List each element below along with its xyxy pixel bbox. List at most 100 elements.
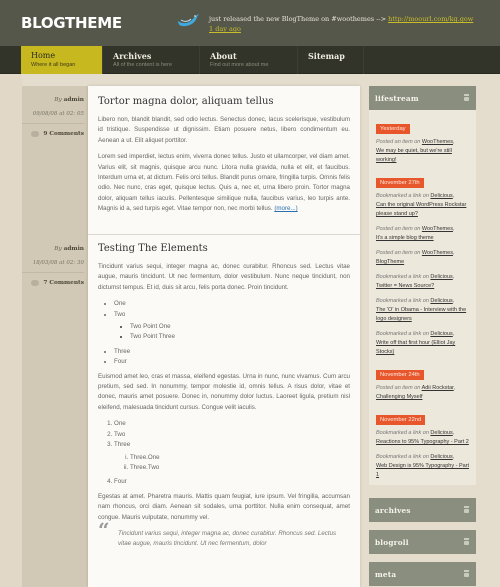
lifestream-item: Posted an item on WooThemes, BlogTheme [376, 250, 455, 265]
tweet-link[interactable]: http://moourl.com/kg.gow [388, 15, 473, 23]
lifestream-item-link[interactable]: Can the original WordPress Rockstar plea… [376, 202, 466, 217]
comments-link[interactable]: 9 Comments [22, 130, 84, 139]
list-item: Two Point One [130, 322, 350, 332]
lifestream-action: Bookmarked a link on [376, 193, 429, 199]
nav-about-subtitle: Find out more about me [210, 62, 269, 68]
lifestream-widget: Yesterday Posted an item on WooThemes, We … [369, 110, 476, 485]
comment-bubble-icon [31, 279, 40, 286]
blog-post: Testing The Elements Tincidunt varius se… [98, 242, 350, 549]
toggle-icon[interactable] [464, 506, 469, 513]
post-title[interactable]: Testing The Elements [98, 242, 350, 255]
post-title[interactable]: Tortor magna dolor, aliquam tellus [98, 95, 350, 108]
tweet-time-link[interactable]: 1 day ago [209, 25, 241, 33]
widget-title-lifestream[interactable]: lifestream [369, 86, 476, 110]
lifestream-item-link[interactable]: Reactions to 95% Typography - Part 2 [376, 439, 469, 445]
lifestream-action: Bookmarked a link on [376, 298, 429, 304]
lifestream-date-badge: November 27th [376, 178, 424, 188]
tweet-text: just released the new BlogTheme on #woot… [209, 15, 389, 23]
widget-title-meta[interactable]: meta [369, 562, 476, 586]
quote-mark-icon: “ [98, 517, 110, 542]
main-navigation: Home Where it all began Archives All of … [0, 46, 500, 74]
list-item: Two Two Point One Two Point Three [114, 310, 350, 343]
toggle-icon[interactable] [464, 538, 469, 545]
lifestream-date-badge: November 22nd [376, 415, 426, 425]
site-logo[interactable]: BLOGTHEME [21, 14, 122, 32]
read-more-link[interactable]: (more...) [274, 205, 297, 212]
page-edge [0, 74, 22, 587]
lifestream-item-link[interactable]: Challenging Myself [376, 394, 422, 400]
lifestream-item-link[interactable]: It's a simple blog theme [376, 235, 434, 241]
lifestream-action: Posted an item on [376, 226, 421, 232]
lifestream-item: Bookmarked a link on Delicious, Can the o… [376, 193, 467, 217]
lifestream-action: Bookmarked a link on [376, 430, 429, 436]
lifestream-source-link[interactable]: WooThemes [422, 139, 453, 145]
lifestream-action: Posted an item on [376, 139, 421, 145]
post-paragraph: Libero non, blandit blandit, sed odio le… [98, 116, 350, 144]
lifestream-source-link[interactable]: WooThemes [422, 226, 453, 232]
nav-sitemap[interactable]: Sitemap [298, 46, 364, 74]
lifestream-source-link[interactable]: WooThemes [422, 250, 453, 256]
list-item: One [114, 299, 350, 309]
lifestream-source-link[interactable]: Delicious [430, 298, 452, 304]
post-divider [88, 234, 360, 235]
nested-list: Three.One Three.Two [130, 453, 350, 474]
post-author[interactable]: admin [64, 246, 84, 252]
list-item: Three [114, 347, 350, 357]
lifestream-source-link[interactable]: Delicious [430, 430, 452, 436]
nav-sitemap-label: Sitemap [308, 51, 345, 61]
lifestream-item: Bookmarked a link on Delicious, Reactions… [376, 430, 469, 445]
lifestream-date-badge: November 24th [376, 370, 424, 380]
nav-about-label: About [210, 51, 237, 61]
lifestream-action: Bookmarked a link on [376, 274, 429, 280]
comments-link[interactable]: 7 Comments [22, 279, 84, 288]
by-label: By [54, 246, 62, 252]
twitter-bird-icon [178, 14, 199, 27]
by-label: By [54, 97, 62, 103]
nav-archives-subtitle: All of the content is here [113, 62, 173, 68]
post-meta: By admin 18/03/08 at 02: 30 7 Comments [22, 235, 88, 288]
post-date: 09/08/08 at 02: 05 [22, 110, 84, 124]
widget-title-archives[interactable]: archives [369, 498, 476, 522]
lifestream-item-link[interactable]: The 'O' in Obama - Interview with the lo… [376, 307, 466, 322]
list-item: Two Point Three [130, 332, 350, 342]
lifestream-item-link[interactable]: We may be quiet, but we're still working… [376, 148, 452, 163]
lifestream-item-link[interactable]: Web Design is 95% Typography - Part 1 [376, 463, 469, 478]
lifestream-source-link[interactable]: Delicious [430, 274, 452, 280]
site-header: BLOGTHEME just released the new BlogThem… [0, 0, 500, 46]
post-paragraph: Euismod amet leo, cras et massa, eleifen… [98, 372, 350, 411]
lifestream-source-link[interactable]: Delicious [430, 454, 452, 460]
lifestream-item-link[interactable]: Twitter = News Source? [376, 283, 434, 289]
sidebar: lifestream Yesterday Posted an item on Wo… [369, 86, 476, 586]
nav-home-label: Home [31, 51, 56, 60]
post-date: 18/03/08 at 02: 30 [22, 259, 84, 273]
toggle-icon[interactable] [464, 570, 469, 577]
post-meta: By admin 09/08/08 at 02: 05 9 Comments [22, 86, 88, 139]
nav-home[interactable]: Home Where it all began [21, 46, 103, 74]
list-item: Four [114, 357, 350, 367]
nav-archives[interactable]: Archives All of the content is here [103, 46, 200, 74]
list-item: Two [114, 430, 350, 440]
lifestream-item: Bookmarked a link on Delicious, The 'O' i… [376, 298, 467, 322]
lifestream-source-link[interactable]: Delicious [430, 331, 452, 337]
list-item: Three Three.One Three.Two [114, 440, 350, 473]
lifestream-source-link[interactable]: Delicious [430, 193, 452, 199]
lifestream-action: Bookmarked a link on [376, 331, 429, 337]
lifestream-action: Bookmarked a link on [376, 454, 429, 460]
list-item: Three.Two [130, 463, 350, 473]
ordered-list: One Two Three Three.One Three.Two Four [114, 419, 350, 487]
list-item: One [114, 419, 350, 429]
nav-about[interactable]: About Find out more about me [200, 46, 298, 74]
comment-bubble-icon [31, 130, 40, 137]
lifestream-source-link[interactable]: Adii Rockstar [422, 385, 454, 391]
blog-post: Tortor magna dolor, aliquam tellus Liber… [98, 95, 350, 221]
post-paragraph: Egestas at amet. Pharetra mauris. Mattis… [98, 492, 350, 521]
widget-title-blogroll[interactable]: blogroll [369, 530, 476, 554]
latest-tweet: just released the new BlogTheme on #woot… [209, 14, 474, 34]
lifestream-item: Bookmarked a link on Delicious, Web Desig… [376, 454, 470, 478]
toggle-icon[interactable] [464, 94, 469, 101]
lifestream-item-link[interactable]: Write off that first hour (Elliot Jay St… [376, 340, 455, 355]
post-author[interactable]: admin [64, 97, 84, 103]
quote-text: Tincidunt varius sequi, integer magna ac… [118, 529, 337, 547]
lifestream-item-link[interactable]: BlogTheme [376, 259, 404, 265]
post-paragraph-text: Lorem sed imperdiet, lectus enim, viverr… [98, 153, 350, 213]
